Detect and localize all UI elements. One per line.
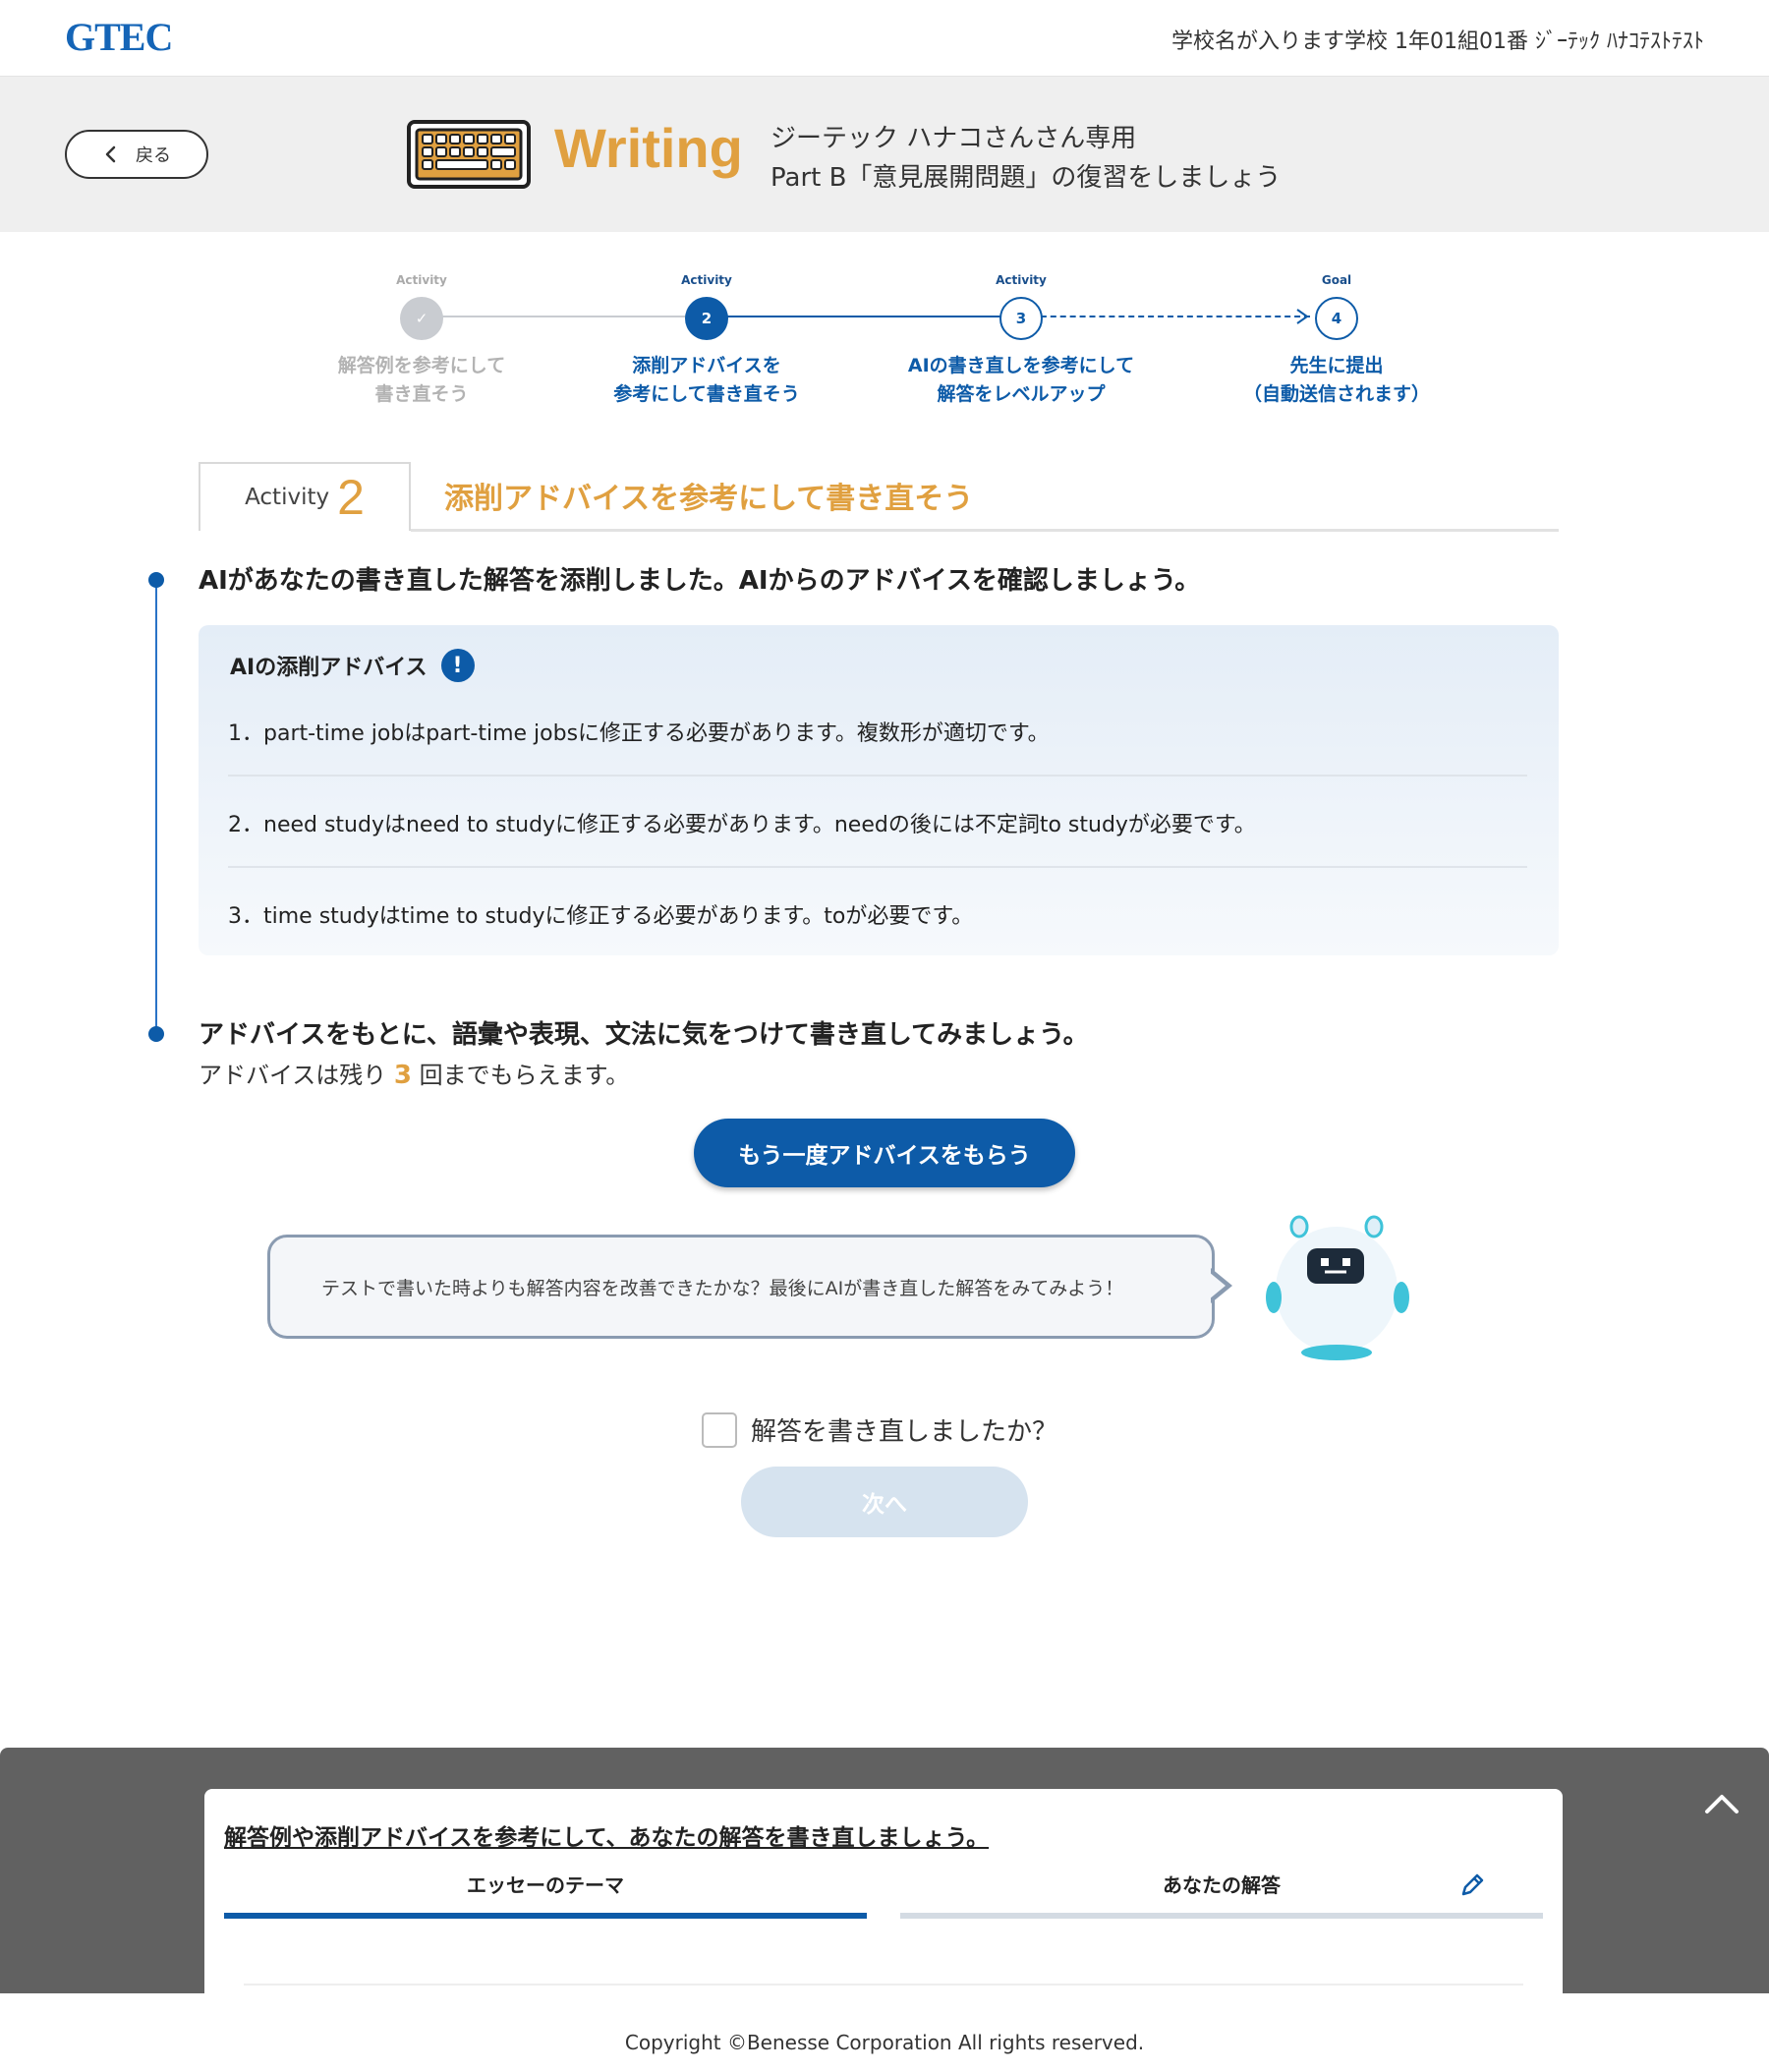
step-3-label: AIの書き直しを参考にして 解答をレベルアップ	[874, 352, 1169, 409]
step-2-label-line1: 添削アドバイスを	[632, 355, 781, 376]
instruction-check-advice: AIがあなたの書き直した解答を添削しました。AIからのアドバイスを確認しましょう…	[199, 566, 1201, 596]
rewrite-confirm-label[interactable]: 解答を書き直しましたか？	[751, 1411, 1057, 1448]
tab-your-answer-indicator	[900, 1913, 1543, 1919]
panel-divider	[244, 1984, 1523, 1986]
remaining-advice-text: アドバイスは残り 3 回までもらえます。	[199, 1056, 629, 1090]
ai-advice-box: AIの添削アドバイス ! 1．part-time jobはpart-time j…	[199, 625, 1559, 955]
bubble-text: テストで書いた時よりも解答内容を改善できたかな？最後にAIが書き直した解答をみて…	[321, 1277, 1124, 1299]
header-subtitle-user: ジーテック ハナコさんさん専用	[770, 124, 1137, 153]
next-button[interactable]: 次へ	[741, 1467, 1028, 1537]
rewrite-confirm-row: 解答を書き直しましたか？	[702, 1411, 1057, 1448]
section-title: Writing	[554, 117, 743, 179]
chevron-left-icon	[105, 145, 116, 163]
step-1-label-line1: 解答例を参考にして	[337, 355, 506, 376]
step-4-label: 先生に提出 （自動送信されます）	[1189, 352, 1484, 409]
advice-title: AIの添削アドバイス	[230, 656, 428, 680]
advice-divider	[228, 775, 1527, 777]
reference-panel: 解答例や添削アドバイスを参考にして、あなたの解答を書き直しましょう。 エッセーの…	[0, 1748, 1769, 1993]
remaining-count: 3	[393, 1061, 413, 1090]
speech-bubble: テストで書いた時よりも解答内容を改善できたかな？最後にAIが書き直した解答をみて…	[267, 1235, 1215, 1339]
step-4-number: 4	[1315, 297, 1358, 340]
page-header: 戻る Writing ジーテック ハナコさんさん専用 Part B「意見展開問題…	[0, 77, 1769, 232]
rewrite-confirm-checkbox[interactable]	[702, 1411, 737, 1448]
progress-stepper: Activity ✓ 解答例を参考にして 書き直そう Activity 2 添削…	[0, 265, 1769, 413]
bubble-tail-inner	[1209, 1272, 1226, 1299]
activity-number: 2	[337, 470, 365, 525]
step-1: Activity ✓ 解答例を参考にして 書き直そう	[274, 273, 569, 409]
step-3-tag: Activity	[996, 273, 1047, 287]
timeline-dot-1	[148, 572, 164, 588]
header-subtitle-part: Part B「意見展開問題」の復習をしましょう	[770, 163, 1282, 193]
step-1-label: 解答例を参考にして 書き直そう	[274, 352, 569, 409]
remaining-prefix: アドバイスは残り	[199, 1062, 387, 1089]
step-1-tag: Activity	[396, 273, 447, 287]
remaining-suffix: 回までもらえます。	[419, 1062, 630, 1089]
gtec-logo[interactable]: GTEC	[65, 14, 173, 60]
step-2-label-line2: 参考にして書き直そう	[613, 383, 800, 405]
tab-your-answer[interactable]: あなたの解答	[900, 1870, 1543, 1898]
step-3: Activity 3 AIの書き直しを参考にして 解答をレベルアップ	[874, 273, 1169, 409]
activity-heading: 添削アドバイスを参考にして書き直そう	[444, 482, 974, 516]
advice-item-2: 2．need studyはneed to studyに修正する必要があります。n…	[228, 813, 1256, 837]
info-icon[interactable]: !	[440, 649, 475, 682]
user-info: 学校名が入ります学校 1年01組01番 ｼﾞｰﾃｯｸ ﾊﾅｺﾃｽﾄﾃｽﾄ	[1171, 29, 1704, 54]
step-2-tag: Activity	[681, 273, 732, 287]
tab-essay-theme-indicator	[224, 1913, 867, 1919]
tab-essay-theme[interactable]: エッセーのテーマ	[224, 1870, 867, 1898]
check-icon: ✓	[400, 297, 443, 340]
back-label: 戻る	[136, 145, 171, 165]
advice-divider	[228, 866, 1527, 868]
activity-word: Activity	[245, 485, 330, 510]
robot-mascot	[1266, 1215, 1409, 1360]
back-button[interactable]: 戻る	[65, 130, 208, 179]
step-3-label-line1: AIの書き直しを参考にして	[907, 355, 1135, 376]
step-3-label-line2: 解答をレベルアップ	[937, 383, 1106, 405]
get-advice-again-button[interactable]: もう一度アドバイスをもらう	[694, 1119, 1075, 1187]
pencil-icon[interactable]	[1458, 1871, 1486, 1899]
advice-item-3: 3．time studyはtime to studyに修正する必要があります。t…	[228, 904, 974, 929]
step-4: Goal 4 先生に提出 （自動送信されます）	[1189, 273, 1484, 409]
instruction-rewrite: アドバイスをもとに、語彙や表現、文法に気をつけて書き直してみましょう。	[199, 1020, 1089, 1050]
timeline-line	[155, 580, 157, 1034]
activity-divider	[411, 529, 1559, 532]
keyboard-icon	[407, 120, 531, 189]
rewrite-instruction-link[interactable]: 解答例や添削アドバイスを参考にして、あなたの解答を書き直しましょう。	[224, 1818, 989, 1852]
chevron-up-icon[interactable]	[1704, 1791, 1740, 1814]
timeline-dot-2	[148, 1026, 164, 1042]
step-2: Activity 2 添削アドバイスを 参考にして書き直そう	[559, 273, 854, 409]
activity-tab: Activity 2	[199, 462, 411, 531]
step-2-number: 2	[685, 297, 728, 340]
copyright: Copyright ©Benesse Corporation All right…	[624, 2031, 1145, 2054]
step-2-label: 添削アドバイスを 参考にして書き直そう	[559, 352, 854, 409]
step-3-number: 3	[999, 297, 1043, 340]
advice-item-1: 1．part-time jobはpart-time jobsに修正する必要があり…	[228, 721, 1050, 746]
top-bar: GTEC 学校名が入ります学校 1年01組01番 ｼﾞｰﾃｯｸ ﾊﾅｺﾃｽﾄﾃｽ…	[0, 0, 1769, 77]
step-4-label-line1: 先生に提出	[1289, 355, 1384, 376]
step-1-label-line2: 書き直そう	[374, 383, 469, 405]
step-4-label-line2: （自動送信されます）	[1242, 383, 1430, 405]
step-4-tag: Goal	[1321, 273, 1352, 287]
advice-title-row: AIの添削アドバイス !	[230, 649, 475, 682]
reference-card: 解答例や添削アドバイスを参考にして、あなたの解答を書き直しましょう。 エッセーの…	[204, 1789, 1563, 1993]
